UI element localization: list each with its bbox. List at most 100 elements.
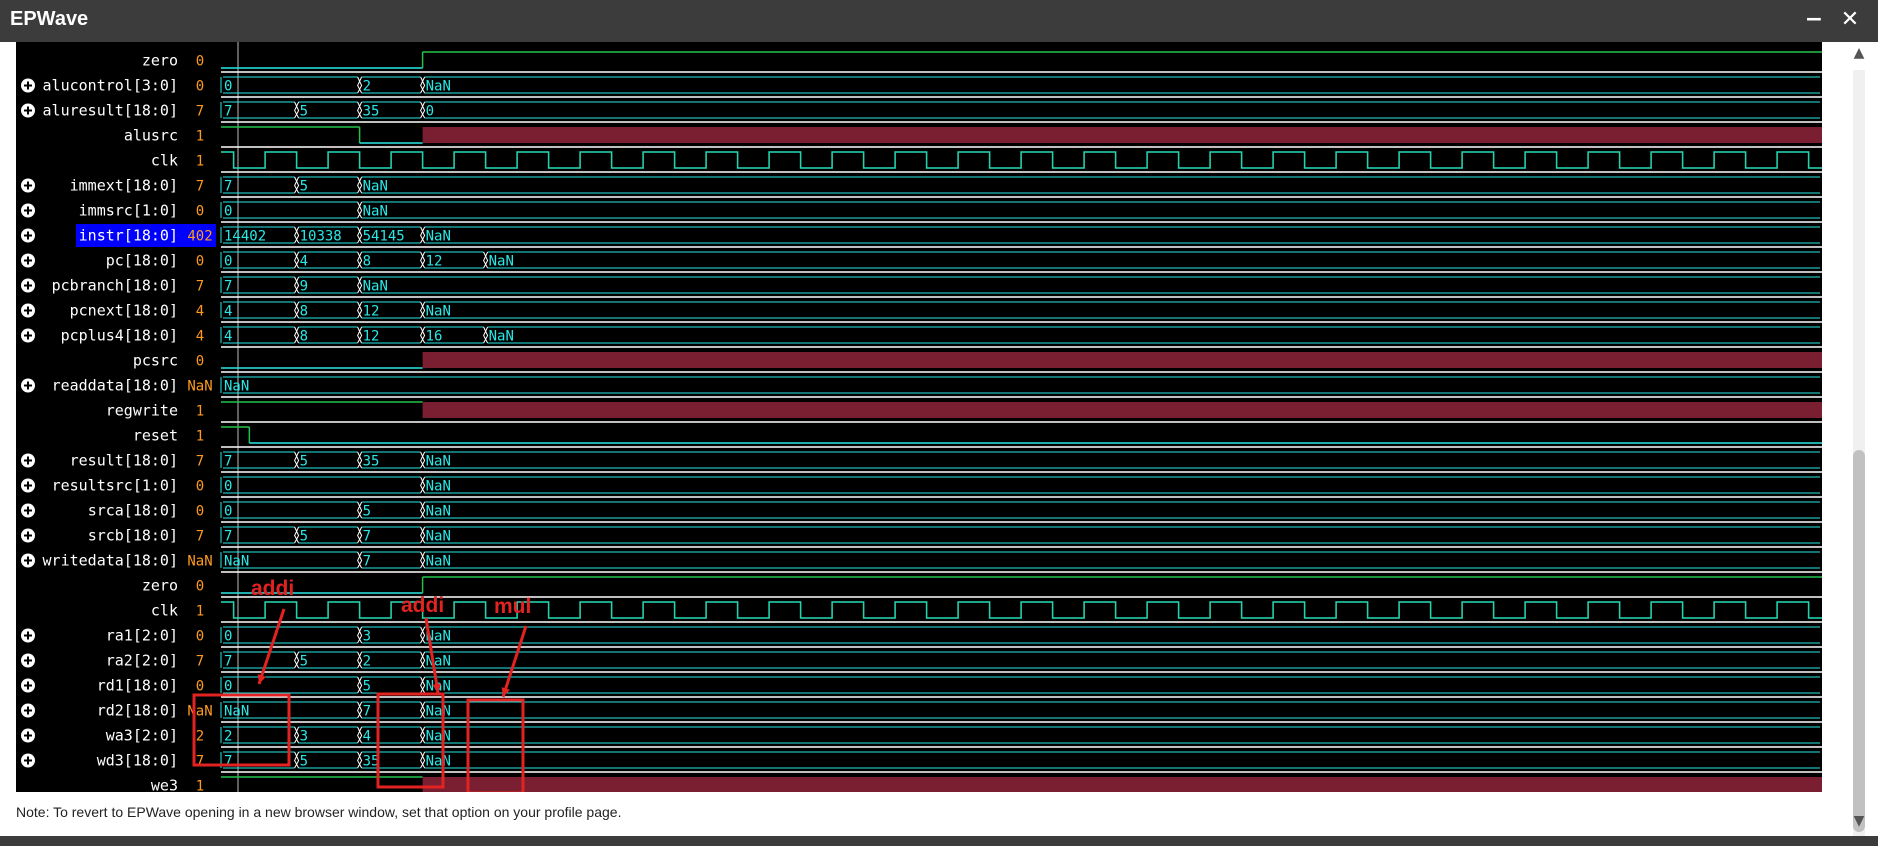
bus-transition [357,751,363,769]
bus-transition [420,226,426,244]
undefined-region [422,352,1822,368]
bus-value-label: 4 [363,729,371,745]
bus-value-label: 4 [300,254,308,270]
signal-name[interactable]: we3 [151,777,178,793]
signal-name[interactable]: result[18:0] [70,452,178,470]
bus-transition [294,326,300,344]
bus-transition [357,226,363,244]
signal-name[interactable]: writedata[18:0] [43,552,178,570]
signal-value: 1 [196,154,204,170]
bus-value-label: NaN [426,79,451,95]
annotation-label: addi [251,577,294,600]
bus-transition [483,251,489,269]
bus-transition [357,551,363,569]
bus-value-label: 7 [224,654,232,670]
signal-value: 0 [196,679,204,695]
bus-value-label: NaN [224,704,249,720]
bus-value-label: 5 [300,754,308,770]
bus-value-label: 7 [224,104,232,120]
signal-name[interactable]: pc[18:0] [106,252,178,270]
bus-transition [420,76,426,94]
bus-value-label: 3 [300,729,308,745]
bus-value-label: 5 [363,679,371,695]
bus-value-label: 16 [426,329,443,345]
bus-value-label: 3 [363,629,371,645]
signal-value: 2 [196,729,204,745]
bus-transition [294,101,300,119]
bus-value-label: NaN [489,329,514,345]
bus-transition [294,751,300,769]
signal-value: NaN [187,704,212,720]
signal-value: 0 [196,579,204,595]
bus-value-label: NaN [426,454,451,470]
signal-name[interactable]: regwrite [106,402,178,420]
bus-value-label: 8 [363,254,371,270]
signal-value: 7 [196,454,204,470]
bus-transition [357,676,363,694]
clock-waveform-overlay [221,601,1822,619]
signal-name[interactable]: instr[18:0] [79,227,178,245]
bus-transition [420,751,426,769]
signal-value: 4 [196,304,204,320]
annotation-arrow-head [501,687,510,697]
signal-name[interactable]: zero [142,52,178,70]
signal-name[interactable]: wa3[2:0] [106,727,178,745]
signal-value: 1 [196,779,204,793]
signal-name[interactable]: ra2[2:0] [106,652,178,670]
signal-name[interactable]: rd2[18:0] [97,702,178,720]
signal-name[interactable]: clk [151,602,178,620]
scroll-down-arrow-icon[interactable]: ▼ [1850,812,1868,830]
signal-name[interactable]: aluresult[18:0] [43,102,178,120]
signal-name[interactable]: immext[18:0] [70,177,178,195]
signal-value: 0 [196,354,204,370]
signal-value: 0 [196,479,204,495]
bus-transition [420,726,426,744]
signal-name[interactable]: pcnext[18:0] [70,302,178,320]
bus-transition [357,101,363,119]
bus-value-label: 7 [224,279,232,295]
signal-name[interactable]: pcsrc [133,352,178,370]
minimize-button[interactable]: − [1800,6,1828,34]
annotation-label: mul [494,595,531,618]
signal-name[interactable]: pcbranch[18:0] [52,277,178,295]
bus-transition [420,651,426,669]
signal-value: 1 [196,404,204,420]
signal-value: 7 [196,654,204,670]
bus-transition [294,251,300,269]
bus-value-label: 0 [426,104,434,120]
bus-transition [357,726,363,744]
bus-value-label: NaN [363,279,388,295]
bus-value-label: 0 [224,254,232,270]
bus-transition [420,501,426,519]
bus-transition [294,301,300,319]
bus-value-label: 0 [224,504,232,520]
signal-name[interactable]: wd3[18:0] [97,752,178,770]
bus-value-label: NaN [426,529,451,545]
signal-name[interactable]: zero [142,577,178,595]
waveform-viewer[interactable]: zero 0 alucontrol[3:0] 0 0 2 NaN aluresult[18:0… [16,42,1822,792]
signal-name[interactable]: readdata[18:0] [52,377,178,395]
bus-value-label: 7 [363,529,371,545]
signal-name[interactable]: ra1[2:0] [106,627,178,645]
scroll-thumb[interactable] [1853,450,1865,832]
vertical-scrollbar[interactable]: ▲ ▼ [1840,42,1878,840]
signal-name[interactable]: alucontrol[3:0] [43,77,178,95]
signal-value: 0 [196,79,204,95]
signal-value: 0 [196,629,204,645]
scroll-up-arrow-icon[interactable]: ▲ [1850,44,1868,62]
signal-name[interactable]: pcplus4[18:0] [61,327,178,345]
bus-transition [483,326,489,344]
signal-name[interactable]: reset [133,427,178,445]
signal-name[interactable]: clk [151,152,178,170]
signal-name[interactable]: resultsrc[1:0] [52,477,178,495]
close-button[interactable]: ✕ [1836,6,1864,34]
signal-name[interactable]: immsrc[1:0] [79,202,178,220]
signal-name[interactable]: rd1[18:0] [97,677,178,695]
bus-value-label: NaN [363,179,388,195]
bus-transition [357,501,363,519]
waveform-canvas[interactable]: zero 0 alucontrol[3:0] 0 0 2 NaN aluresult[18:0… [16,42,1822,792]
signal-name[interactable]: srca[18:0] [88,502,178,520]
signal-name[interactable]: alusrc [124,127,178,145]
signal-name[interactable]: srcb[18:0] [88,527,178,545]
annotation-arrow-head [257,674,266,684]
